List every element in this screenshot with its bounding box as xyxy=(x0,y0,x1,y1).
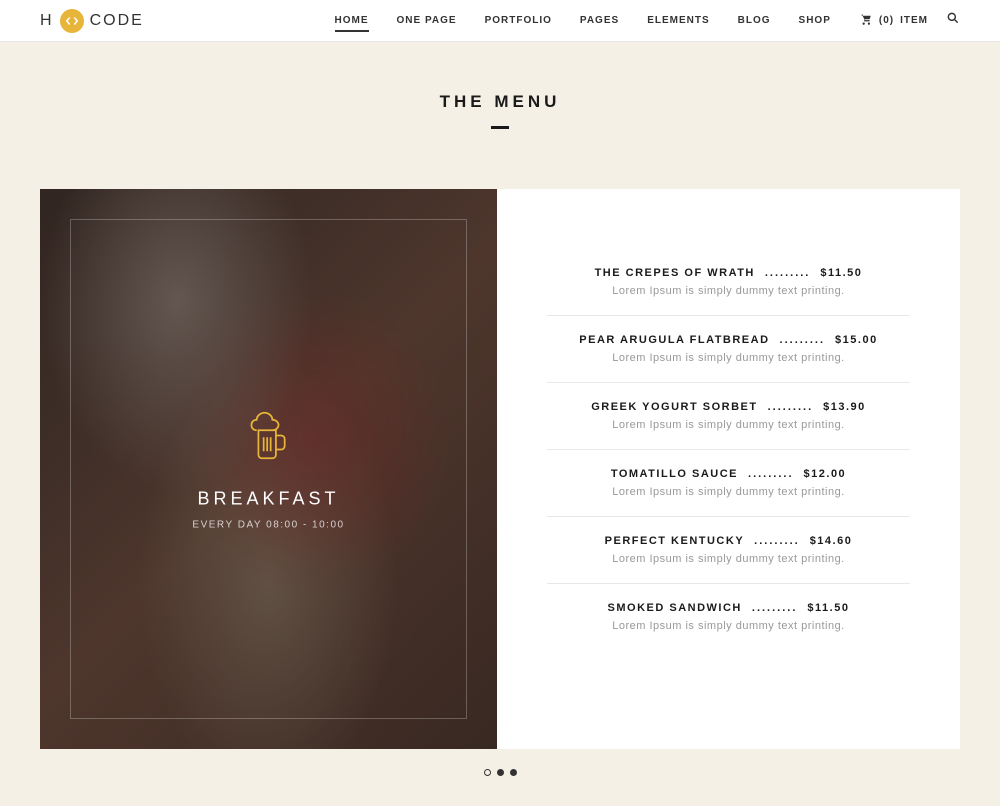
menu-item-dots: ......... xyxy=(754,535,800,547)
menu-item-header: TOMATILLO SAUCE ......... $12.00 xyxy=(547,468,910,480)
menu-item-price: $15.00 xyxy=(835,334,878,346)
menu-item-desc: Lorem Ipsum is simply dummy text printin… xyxy=(547,419,910,431)
menu-list: THE CREPES OF WRATH ......... $11.50 Lor… xyxy=(497,189,960,749)
pagination-dot-2[interactable] xyxy=(497,769,504,776)
menu-item-price: $14.60 xyxy=(810,535,853,547)
menu-item-header: SMOKED SANDWICH ......... $11.50 xyxy=(547,602,910,614)
nav-blog[interactable]: BLOG xyxy=(738,1,771,40)
menu-item-price: $11.50 xyxy=(820,267,862,279)
menu-item-header: PERFECT KENTUCKY ......... $14.60 xyxy=(547,535,910,547)
logo[interactable]: H CODE xyxy=(40,9,144,33)
menu-item-name: PERFECT KENTUCKY xyxy=(605,535,745,547)
content-row: BREAKFAST EVERY DAY 08:00 - 10:00 THE CR… xyxy=(40,189,960,749)
feature-content: BREAKFAST EVERY DAY 08:00 - 10:00 xyxy=(192,408,344,531)
menu-item-name: THE CREPES OF WRATH xyxy=(595,267,755,279)
cart-link[interactable]: (0) ITEM xyxy=(859,12,928,29)
feature-subtitle: EVERY DAY 08:00 - 10:00 xyxy=(192,520,344,531)
beer-mug-icon xyxy=(192,408,344,469)
nav: HOME ONE PAGE PORTFOLIO PAGES ELEMENTS B… xyxy=(335,1,960,40)
title-underline xyxy=(491,126,509,129)
logo-badge-icon xyxy=(60,9,84,33)
menu-item-name: GREEK YOGURT SORBET xyxy=(591,401,757,413)
menu-item-dots: ......... xyxy=(748,468,794,480)
menu-item-desc: Lorem Ipsum is simply dummy text printin… xyxy=(547,553,910,565)
cart-count: (0) xyxy=(879,15,894,26)
menu-item-price: $11.50 xyxy=(807,602,849,614)
pagination-dots xyxy=(40,769,960,776)
pagination-dot-1[interactable] xyxy=(484,769,491,776)
menu-item-name: SMOKED SANDWICH xyxy=(608,602,742,614)
header: H CODE HOME ONE PAGE PORTFOLIO PAGES ELE… xyxy=(0,0,1000,42)
feature-image-panel: BREAKFAST EVERY DAY 08:00 - 10:00 xyxy=(40,189,497,749)
cart-icon xyxy=(859,12,873,29)
menu-item-price: $13.90 xyxy=(823,401,866,413)
menu-item-dots: ......... xyxy=(752,602,798,614)
nav-onepage[interactable]: ONE PAGE xyxy=(397,1,457,40)
menu-item-desc: Lorem Ipsum is simply dummy text printin… xyxy=(547,352,910,364)
pagination-dot-3[interactable] xyxy=(510,769,517,776)
menu-item-dots: ......... xyxy=(768,401,814,413)
nav-right: (0) ITEM xyxy=(859,11,960,30)
menu-item-header: THE CREPES OF WRATH ......... $11.50 xyxy=(547,267,910,279)
menu-item-name: TOMATILLO SAUCE xyxy=(611,468,738,480)
nav-portfolio[interactable]: PORTFOLIO xyxy=(485,1,552,40)
feature-title: BREAKFAST xyxy=(192,489,344,510)
logo-letter-h: H xyxy=(40,12,54,30)
logo-text-code: CODE xyxy=(90,12,144,30)
search-icon[interactable] xyxy=(946,11,960,30)
main-section: THE MENU BREAKFAST EVERY DAY 08:0 xyxy=(0,42,1000,806)
nav-shop[interactable]: SHOP xyxy=(799,1,831,40)
section-title: THE MENU xyxy=(40,92,960,112)
nav-home[interactable]: HOME xyxy=(335,1,369,40)
menu-item-header: PEAR ARUGULA FLATBREAD ......... $15.00 xyxy=(547,334,910,346)
menu-item: TOMATILLO SAUCE ......... $12.00 Lorem I… xyxy=(547,450,910,517)
nav-elements[interactable]: ELEMENTS xyxy=(647,1,709,40)
menu-item: PEAR ARUGULA FLATBREAD ......... $15.00 … xyxy=(547,316,910,383)
menu-item-desc: Lorem Ipsum is simply dummy text printin… xyxy=(547,620,910,632)
menu-item: PERFECT KENTUCKY ......... $14.60 Lorem … xyxy=(547,517,910,584)
menu-item: THE CREPES OF WRATH ......... $11.50 Lor… xyxy=(547,249,910,316)
cart-label: ITEM xyxy=(900,15,928,26)
menu-item: GREEK YOGURT SORBET ......... $13.90 Lor… xyxy=(547,383,910,450)
menu-item-desc: Lorem Ipsum is simply dummy text printin… xyxy=(547,285,910,297)
menu-item-header: GREEK YOGURT SORBET ......... $13.90 xyxy=(547,401,910,413)
menu-item-dots: ......... xyxy=(765,267,811,279)
nav-pages[interactable]: PAGES xyxy=(580,1,619,40)
menu-item: SMOKED SANDWICH ......... $11.50 Lorem I… xyxy=(547,584,910,650)
menu-item-dots: ......... xyxy=(780,334,826,346)
menu-item-price: $12.00 xyxy=(804,468,847,480)
menu-item-desc: Lorem Ipsum is simply dummy text printin… xyxy=(547,486,910,498)
menu-item-name: PEAR ARUGULA FLATBREAD xyxy=(579,334,769,346)
